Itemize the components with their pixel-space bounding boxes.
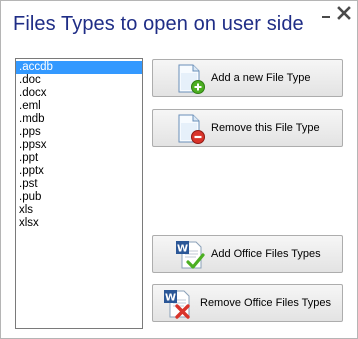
- file-type-item[interactable]: .pst: [16, 178, 142, 191]
- file-type-item[interactable]: .doc: [16, 74, 142, 87]
- svg-text:W: W: [177, 244, 188, 255]
- file-types-list[interactable]: .accdb .doc .docx .eml .mdb .pps .ppsx .ppt .ppt…: [15, 58, 143, 329]
- svg-text:W: W: [165, 293, 176, 304]
- file-type-item[interactable]: xls: [16, 204, 142, 217]
- add-file-type-button[interactable]: Add a new File Type: [152, 59, 343, 97]
- file-types-list-items: .accdb .doc .docx .eml .mdb .pps .ppsx .ppt .ppt…: [16, 61, 142, 230]
- remove-file-type-button[interactable]: Remove this File Type: [152, 109, 343, 147]
- dialog-title: Files Types to open on user side: [13, 13, 304, 35]
- remove-file-type-label: Remove this File Type: [211, 122, 320, 134]
- file-type-item[interactable]: .eml: [16, 100, 142, 113]
- remove-office-file-types-label: Remove Office Files Types: [200, 297, 332, 309]
- file-type-item[interactable]: .pps: [16, 126, 142, 139]
- close-icon[interactable]: [337, 6, 351, 20]
- file-type-item[interactable]: xlsx: [16, 217, 142, 230]
- add-file-type-label: Add a new File Type: [211, 72, 311, 84]
- minimize-button[interactable]: [320, 7, 332, 19]
- file-type-item[interactable]: .mdb: [16, 113, 142, 126]
- add-office-file-types-button[interactable]: W Add Office Files Types: [152, 235, 343, 273]
- word-remove-icon: W: [164, 290, 190, 319]
- minimize-icon: [322, 16, 330, 18]
- add-office-file-types-label: Add Office Files Types: [211, 248, 321, 260]
- file-type-item[interactable]: .ppsx: [16, 139, 142, 152]
- file-type-item[interactable]: .docx: [16, 87, 142, 100]
- window-controls: [320, 6, 351, 20]
- file-type-item[interactable]: .accdb: [16, 61, 142, 74]
- word-check-icon: W: [176, 241, 205, 269]
- file-types-dialog: Files Types to open on user side .accdb.…: [0, 0, 358, 339]
- file-type-item[interactable]: .ppt: [16, 152, 142, 165]
- file-type-item[interactable]: .pub: [16, 191, 142, 204]
- document-remove-icon: [178, 114, 205, 144]
- document-add-icon: [178, 64, 205, 94]
- remove-office-file-types-button[interactable]: W Remove Office Files Types: [152, 284, 343, 322]
- file-type-item[interactable]: .pptx: [16, 165, 142, 178]
